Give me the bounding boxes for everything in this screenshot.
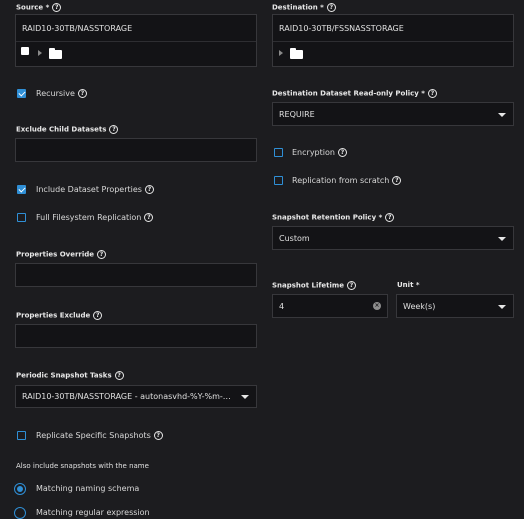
retention-policy-value: Custom (279, 234, 310, 243)
full-filesystem-replication-checkbox[interactable] (17, 213, 26, 222)
unit-value: Week(s) (403, 302, 436, 311)
unit-select[interactable]: Week(s) (396, 294, 514, 318)
exclude-child-input[interactable] (15, 138, 257, 162)
periodic-snapshot-tasks-label: Periodic Snapshot Tasks? (16, 371, 124, 380)
expand-arrow-icon[interactable] (38, 50, 42, 56)
source-explorer[interactable]: RAID10-30TB/NASSTORAGE (15, 14, 257, 67)
properties-override-input[interactable] (15, 263, 257, 287)
properties-exclude-input[interactable] (15, 324, 257, 348)
help-icon[interactable]: ? (346, 281, 356, 290)
help-icon[interactable]: ? (392, 176, 402, 185)
also-include-label: Also include snapshots with the name (16, 462, 149, 470)
replicate-specific-snapshots-label: Replicate Specific Snapshots? (36, 431, 163, 440)
help-icon[interactable]: ? (153, 431, 163, 440)
full-filesystem-replication-label: Full Filesystem Replication? (36, 213, 154, 222)
divider (273, 41, 513, 42)
help-icon[interactable]: ? (427, 89, 437, 98)
recursive-label: Recursive? (36, 89, 87, 98)
help-icon[interactable]: ? (93, 311, 103, 320)
snapshot-lifetime-label: Snapshot Lifetime? (272, 281, 356, 290)
help-icon[interactable]: ? (114, 371, 124, 380)
help-icon[interactable]: ? (385, 213, 395, 222)
retention-policy-label: Snapshot Retention Policy *? (272, 213, 395, 222)
destination-label: Destination *? (272, 3, 336, 12)
recursive-checkbox[interactable] (17, 89, 26, 98)
retention-policy-select[interactable]: Custom (272, 226, 514, 250)
chevron-down-icon (241, 395, 249, 399)
expand-arrow-icon[interactable] (279, 50, 283, 56)
encryption-checkbox[interactable] (274, 148, 283, 157)
destination-path-input[interactable]: RAID10-30TB/FSSNASSTORAGE (279, 24, 404, 33)
help-icon[interactable]: ? (97, 250, 107, 259)
periodic-snapshot-tasks-select[interactable]: RAID10-30TB/NASSTORAGE - autonasvhd-%Y-%… (15, 385, 257, 408)
include-dataset-properties-checkbox[interactable] (17, 185, 26, 194)
radio-regular-expression[interactable] (14, 507, 26, 519)
help-icon[interactable]: ? (144, 185, 154, 194)
radio-naming-schema[interactable] (14, 483, 26, 495)
chevron-down-icon (498, 113, 506, 117)
help-icon[interactable]: ? (109, 125, 119, 134)
readonly-policy-value: REQUIRE (279, 110, 315, 119)
replication-from-scratch-checkbox[interactable] (274, 176, 283, 185)
help-icon[interactable]: ? (326, 3, 336, 12)
chevron-down-icon (498, 305, 506, 309)
folder-icon (49, 48, 62, 59)
properties-exclude-label: Properties Exclude? (16, 311, 103, 320)
readonly-policy-select[interactable]: REQUIRE (272, 102, 514, 126)
chevron-down-icon (498, 237, 506, 241)
destination-explorer[interactable]: RAID10-30TB/FSSNASSTORAGE (272, 14, 514, 67)
unit-label: Unit * (397, 281, 420, 289)
help-icon[interactable]: ? (52, 3, 62, 12)
encryption-label: Encryption? (292, 148, 347, 157)
help-icon[interactable]: ? (337, 148, 347, 157)
divider (16, 41, 256, 42)
properties-override-label: Properties Override? (16, 250, 107, 259)
clear-icon[interactable]: × (373, 302, 381, 310)
snapshot-lifetime-input[interactable]: 4 × (272, 294, 388, 318)
include-dataset-properties-label: Include Dataset Properties? (36, 185, 154, 194)
snapshot-lifetime-value: 4 (279, 302, 285, 311)
replication-from-scratch-label: Replication from scratch? (292, 176, 402, 185)
replicate-specific-snapshots-checkbox[interactable] (17, 431, 26, 440)
exclude-child-label: Exclude Child Datasets? (16, 125, 119, 134)
periodic-snapshot-tasks-value: RAID10-30TB/NASSTORAGE - autonasvhd-%Y-%… (22, 392, 234, 401)
help-icon[interactable]: ? (77, 89, 87, 98)
readonly-policy-label: Destination Dataset Read-only Policy *? (272, 89, 437, 98)
radio-regular-expression-label: Matching regular expression (36, 508, 150, 517)
folder-icon (290, 48, 303, 59)
source-label: Source *? (16, 3, 62, 12)
source-node-checkbox[interactable] (21, 47, 29, 55)
radio-naming-schema-label: Matching naming schema (36, 484, 140, 493)
help-icon[interactable]: ? (144, 213, 154, 222)
source-path-input[interactable]: RAID10-30TB/NASSTORAGE (22, 24, 132, 33)
